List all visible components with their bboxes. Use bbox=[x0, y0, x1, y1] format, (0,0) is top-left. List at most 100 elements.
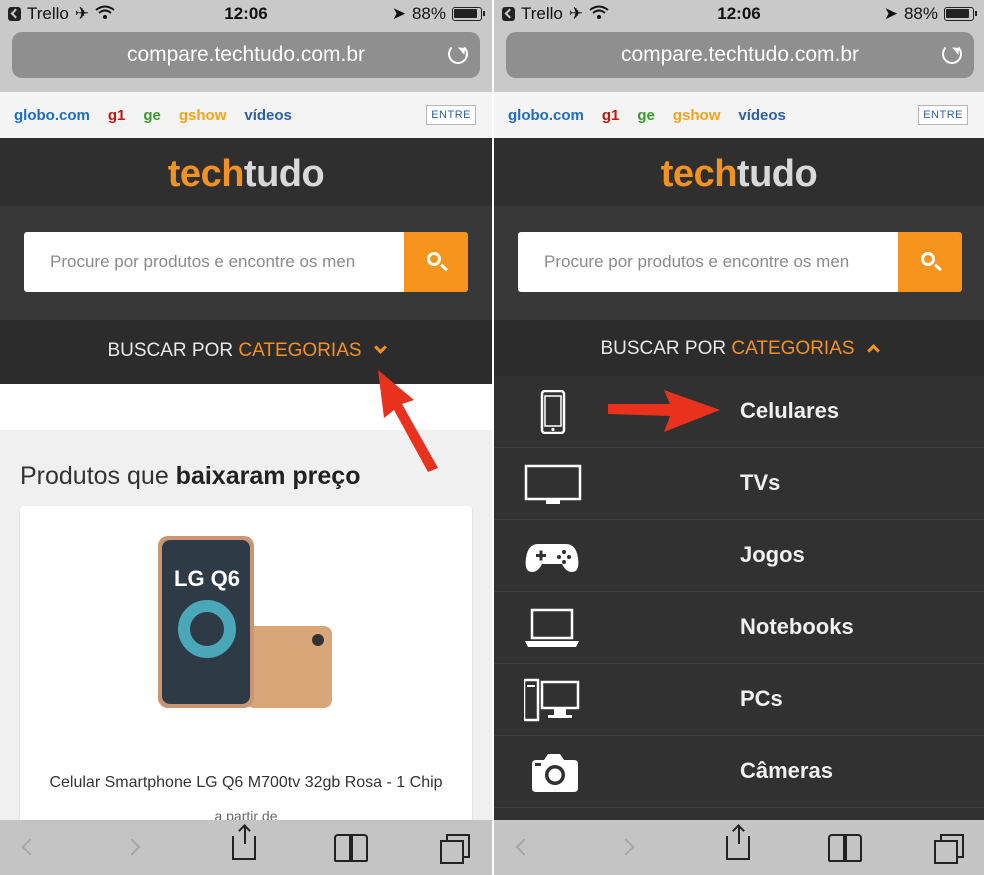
annotation-arrow-right bbox=[608, 390, 720, 432]
laptop-icon bbox=[525, 608, 579, 647]
category-label: Celulares bbox=[740, 398, 840, 423]
globo-link[interactable]: globo.com bbox=[508, 107, 584, 124]
category-label: Notebooks bbox=[740, 614, 854, 639]
status-right: ➤ 88% bbox=[391, 4, 485, 24]
g1-link[interactable]: g1 bbox=[602, 107, 620, 124]
share-icon[interactable] bbox=[232, 826, 256, 860]
browser-toolbar bbox=[494, 820, 984, 875]
tabs-icon[interactable] bbox=[934, 834, 964, 864]
category-label: Câmeras bbox=[740, 758, 833, 783]
search-button[interactable] bbox=[898, 232, 962, 292]
videos-link[interactable]: vídeos bbox=[244, 107, 292, 124]
chevron-down-icon bbox=[373, 341, 387, 354]
camera-icon bbox=[532, 754, 578, 792]
tv-icon bbox=[524, 464, 582, 504]
search-input[interactable]: Procure por produtos e encontre os men bbox=[518, 232, 898, 292]
search-button[interactable] bbox=[404, 232, 468, 292]
chevron-up-icon bbox=[866, 344, 880, 357]
phone-back-image bbox=[246, 626, 332, 708]
status-right: ➤ 88% bbox=[883, 4, 977, 24]
reload-icon[interactable] bbox=[448, 44, 468, 64]
phone-screen-image: LG Q6 bbox=[162, 540, 250, 704]
logo-part-tudo: tudo bbox=[243, 153, 325, 195]
category-item-notebooks[interactable]: Notebooks bbox=[494, 592, 984, 664]
url-text: compare.techtudo.com.br bbox=[126, 43, 366, 66]
category-item-jogos[interactable]: Jogos bbox=[494, 520, 984, 592]
category-item-celulares[interactable]: Celulares bbox=[494, 376, 984, 448]
ge-link[interactable]: ge bbox=[143, 107, 161, 124]
login-button[interactable]: ENTRE bbox=[426, 105, 476, 125]
phone-front-image: LG Q6 bbox=[158, 536, 254, 708]
address-bar[interactable]: compare.techtudo.com.br bbox=[506, 32, 974, 78]
back-icon[interactable] bbox=[21, 838, 39, 856]
battery-percent: 88% bbox=[411, 4, 446, 23]
logo-part-tudo: tudo bbox=[736, 153, 818, 195]
annotation-arrow-left bbox=[378, 370, 438, 472]
forward-icon[interactable] bbox=[617, 838, 635, 856]
categories-highlight: CATEGORIAS bbox=[731, 338, 855, 359]
search-input[interactable]: Procure por produtos e encontre os men bbox=[24, 232, 404, 292]
phone-screen-left: Trello ✈ 12:06 ➤ 88% compare.techtudo.co… bbox=[0, 0, 492, 875]
battery-icon bbox=[944, 7, 977, 21]
section-title: Produtos que baixaram preço bbox=[20, 462, 361, 491]
browser-top-chrome: Trello ✈ 12:06 ➤ 88% compare.techtudo.co… bbox=[494, 0, 984, 92]
location-icon: ➤ bbox=[391, 4, 406, 23]
bookmarks-icon[interactable] bbox=[334, 834, 368, 862]
categories-highlight: CATEGORIAS bbox=[238, 340, 362, 361]
category-label: Jogos bbox=[740, 542, 805, 567]
gshow-link[interactable]: gshow bbox=[673, 107, 721, 124]
search-icon bbox=[921, 252, 935, 266]
categories-prefix: BUSCAR POR bbox=[107, 340, 234, 361]
gamepad-icon bbox=[525, 544, 579, 572]
category-item-pcs[interactable]: PCs bbox=[494, 664, 984, 736]
logo-part-tech: tech bbox=[660, 153, 738, 195]
globo-nav-bar: globo.com g1 ge gshow vídeos ENTRE bbox=[0, 92, 492, 138]
techtudo-logo[interactable]: techtudo bbox=[0, 138, 492, 210]
search-icon bbox=[427, 252, 441, 266]
globo-nav-bar: globo.com g1 ge gshow vídeos ENTRE bbox=[494, 92, 984, 138]
product-name[interactable]: Celular Smartphone LG Q6 M700tv 32gb Ros… bbox=[20, 774, 472, 792]
reload-icon[interactable] bbox=[942, 44, 962, 64]
camera-lens bbox=[312, 634, 324, 646]
phone-screen-right: Trello ✈ 12:06 ➤ 88% compare.techtudo.co… bbox=[492, 0, 984, 875]
battery-icon bbox=[452, 7, 485, 21]
product-card[interactable]: LG Q6 Celular Smartphone LG Q6 M700tv 32… bbox=[20, 506, 472, 836]
g1-link[interactable]: g1 bbox=[108, 107, 126, 124]
category-item-tvs[interactable]: TVs bbox=[494, 448, 984, 520]
share-icon[interactable] bbox=[726, 826, 750, 860]
logo-part-tech: tech bbox=[167, 153, 245, 195]
globo-link[interactable]: globo.com bbox=[14, 107, 90, 124]
bookmarks-icon[interactable] bbox=[828, 834, 862, 862]
categories-toggle[interactable]: BUSCAR POR CATEGORIAS bbox=[494, 320, 984, 376]
screenshot-pair: Trello ✈ 12:06 ➤ 88% compare.techtudo.co… bbox=[0, 0, 984, 875]
location-icon: ➤ bbox=[883, 4, 898, 23]
product-image-text: LG Q6 bbox=[174, 566, 241, 591]
ge-link[interactable]: ge bbox=[637, 107, 655, 124]
featured-section: Produtos que baixaram preço LG Q6 Celula… bbox=[0, 430, 492, 836]
search-area: Procure por produtos e encontre os men bbox=[0, 206, 492, 320]
forward-icon[interactable] bbox=[123, 838, 141, 856]
site-header: techtudo bbox=[0, 138, 492, 206]
category-item-cameras[interactable]: Câmeras bbox=[494, 736, 984, 808]
categories-prefix: BUSCAR POR bbox=[600, 338, 727, 359]
browser-toolbar bbox=[0, 820, 492, 875]
category-label: PCs bbox=[740, 686, 783, 711]
login-button[interactable]: ENTRE bbox=[918, 105, 968, 125]
tabs-icon[interactable] bbox=[440, 834, 470, 864]
section-title-bold: baixaram preço bbox=[175, 462, 361, 490]
category-menu: Celulares TVs Jogos Notebooks PCs Câmera… bbox=[494, 376, 984, 820]
videos-link[interactable]: vídeos bbox=[738, 107, 786, 124]
status-bar: Trello ✈ 12:06 ➤ 88% bbox=[0, 0, 492, 28]
product-image[interactable]: LG Q6 bbox=[158, 536, 334, 712]
status-bar: Trello ✈ 12:06 ➤ 88% bbox=[494, 0, 984, 28]
gshow-link[interactable]: gshow bbox=[179, 107, 227, 124]
category-label: TVs bbox=[740, 470, 781, 495]
back-icon[interactable] bbox=[515, 838, 533, 856]
screen-ring-graphic bbox=[178, 600, 236, 658]
section-title-regular: Produtos que bbox=[20, 462, 176, 490]
site-header: techtudo bbox=[494, 138, 984, 206]
search-area: Procure por produtos e encontre os men bbox=[494, 206, 984, 320]
address-bar[interactable]: compare.techtudo.com.br bbox=[12, 32, 480, 78]
url-text: compare.techtudo.com.br bbox=[620, 43, 860, 66]
techtudo-logo[interactable]: techtudo bbox=[494, 138, 984, 210]
